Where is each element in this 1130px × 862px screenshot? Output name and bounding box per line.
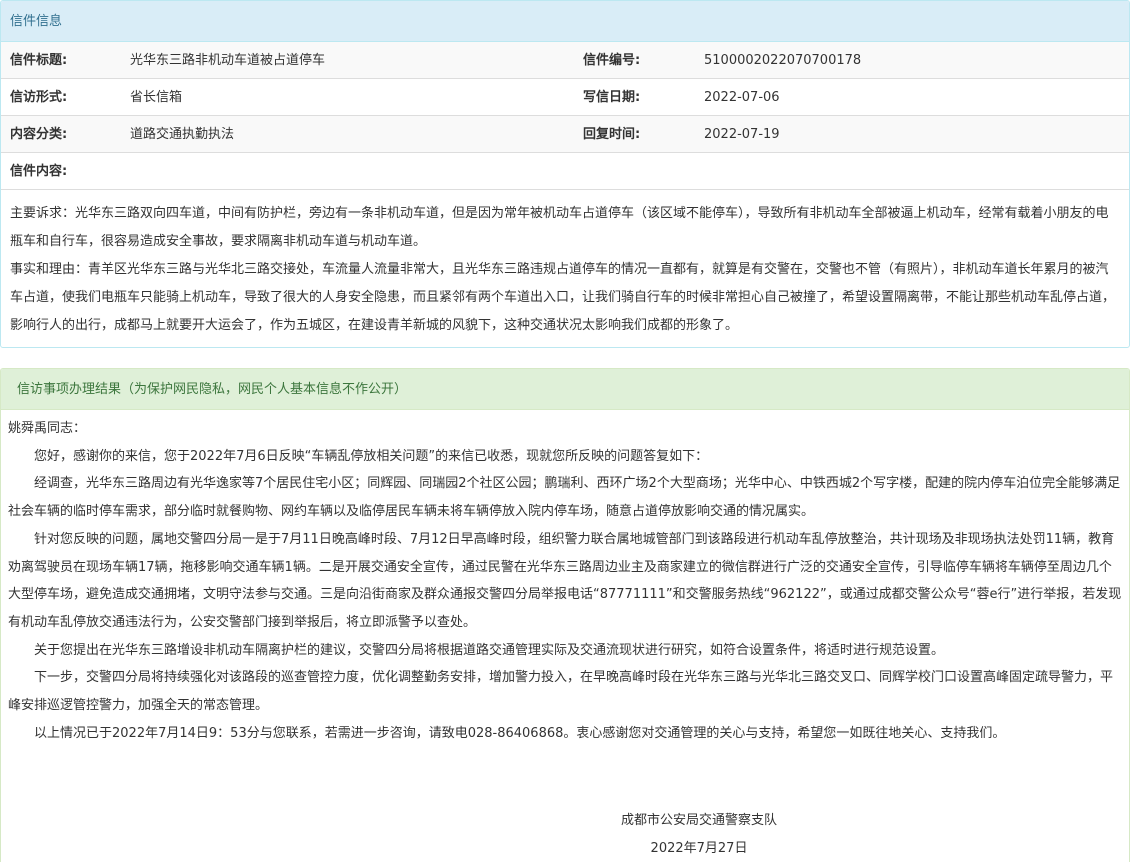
write-date-label: 写信日期: xyxy=(583,90,641,105)
reply-salutation: 姚舜禹同志： xyxy=(8,421,87,436)
petition-form-label: 信访形式: xyxy=(10,90,68,105)
letter-content-paragraph: 事实和理由：青羊区光华东三路与光华北三路交接处，车流量人流量非常大，且光华东三路… xyxy=(10,262,1116,333)
petition-form-value: 省长信箱 xyxy=(130,90,183,105)
reply-result-panel: 信访事项办理结果（为保护网民隐私，网民个人基本信息不作公开） 姚舜禹同志： 您好… xyxy=(0,368,1130,862)
letter-number-label: 信件编号: xyxy=(583,53,641,68)
reply-paragraph: 您好，感谢你的来信，您于2022年7月6日反映“车辆乱停放相关问题”的来信已收悉… xyxy=(34,448,709,464)
content-category-value: 道路交通执勤执法 xyxy=(130,127,235,142)
reply-time-value: 2022-07-19 xyxy=(704,127,780,142)
letter-content-body: 主要诉求：光华东三路双向四车道，中间有防护栏，旁边有一条非机动车道，但是因为常年… xyxy=(1,190,1129,340)
info-row-content-label: 信件内容: xyxy=(1,153,1129,190)
reply-signature-date: 2022年7月27日 xyxy=(650,841,748,856)
letter-info-panel: 信件信息 信件标题: 光华东三路非机动车道被占道停车 信件编号: 5100002… xyxy=(0,0,1130,348)
reply-result-heading: 信访事项办理结果（为保护网民隐私，网民个人基本信息不作公开） xyxy=(1,369,1129,410)
content-category-label: 内容分类: xyxy=(10,127,68,142)
letter-title-label: 信件标题: xyxy=(10,53,68,68)
letter-content-paragraph: 主要诉求：光华东三路双向四车道，中间有防护栏，旁边有一条非机动车道，但是因为常年… xyxy=(10,206,1109,249)
letter-title-value: 光华东三路非机动车道被占道停车 xyxy=(130,53,326,68)
reply-paragraph: 经调查，光华东三路周边有光华逸家等7个居民住宅小区；同辉园、同瑞园2个社区公园；… xyxy=(8,476,1121,520)
reply-paragraph: 针对您反映的问题，属地交警四分局一是于7月11日晚高峰时段、7月12日早高峰时段… xyxy=(8,531,1122,630)
write-date-value: 2022-07-06 xyxy=(704,90,780,105)
info-row-title: 信件标题: 光华东三路非机动车道被占道停车 信件编号: 510000202207… xyxy=(1,42,1129,79)
reply-time-label: 回复时间: xyxy=(583,127,641,142)
letter-content-label: 信件内容: xyxy=(10,164,68,179)
reply-body: 姚舜禹同志： 您好，感谢你的来信，您于2022年7月6日反映“车辆乱停放相关问题… xyxy=(1,410,1129,747)
letter-info-heading: 信件信息 xyxy=(1,1,1129,42)
reply-paragraph: 下一步，交警四分局将持续强化对该路段的巡查管控力度，优化调整勤务安排，增加警力投… xyxy=(8,670,1114,714)
reply-paragraph: 关于您提出在光华东三路增设非机动车隔离护栏的建议，交警四分局将根据道路交通管理实… xyxy=(34,642,945,658)
info-row-category: 内容分类: 道路交通执勤执法 回复时间: 2022-07-19 xyxy=(1,116,1129,153)
reply-paragraph: 以上情况已于2022年7月14日9：53分与您联系，若需进一步咨询，请致电028… xyxy=(34,725,1006,741)
info-row-form: 信访形式: 省长信箱 写信日期: 2022-07-06 xyxy=(1,79,1129,116)
letter-number-value: 5100002022070700178 xyxy=(704,53,862,68)
reply-signature-org: 成都市公安局交通警察支队 xyxy=(620,813,777,828)
